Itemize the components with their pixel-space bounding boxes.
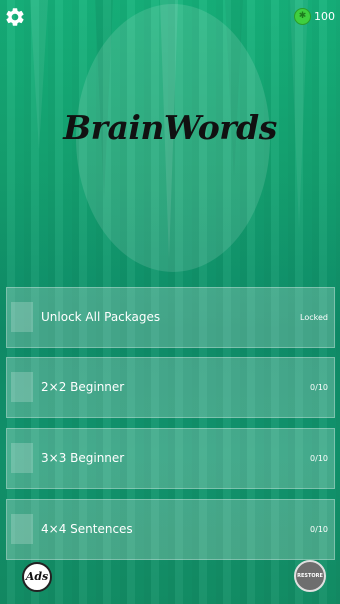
package-thumbnail — [11, 372, 33, 402]
package-thumbnail — [11, 302, 33, 332]
coin-icon: ✱ — [294, 8, 311, 25]
coin-count: 100 — [314, 10, 335, 23]
restore-button[interactable]: RESTORE — [294, 560, 326, 592]
package-row-unlock-all[interactable]: Unlock All Packages Locked — [6, 287, 335, 348]
app-logo-title: BrainWords — [63, 108, 277, 147]
package-row-4x4-sentences[interactable]: 4×4 Sentences 0/10 — [6, 499, 335, 560]
package-status: Locked — [300, 313, 328, 322]
package-status: 0/10 — [310, 383, 328, 392]
settings-button[interactable] — [4, 6, 26, 28]
package-label: 3×3 Beginner — [41, 451, 125, 465]
package-label: Unlock All Packages — [41, 310, 161, 324]
package-status: 0/10 — [310, 454, 328, 463]
ads-button[interactable]: Ads — [22, 562, 52, 592]
package-row-2x2-beginner[interactable]: 2×2 Beginner 0/10 — [6, 357, 335, 418]
game-menu-screen: ✱ 100 BrainWords Unlock All Packages Loc… — [0, 0, 340, 604]
package-thumbnail — [11, 443, 33, 473]
gear-icon — [6, 8, 24, 26]
package-label: 2×2 Beginner — [41, 380, 125, 394]
package-thumbnail — [11, 514, 33, 544]
coin-counter: ✱ 100 — [294, 8, 335, 25]
package-label: 4×4 Sentences — [41, 522, 133, 536]
package-status: 0/10 — [310, 525, 328, 534]
package-row-3x3-beginner[interactable]: 3×3 Beginner 0/10 — [6, 428, 335, 489]
